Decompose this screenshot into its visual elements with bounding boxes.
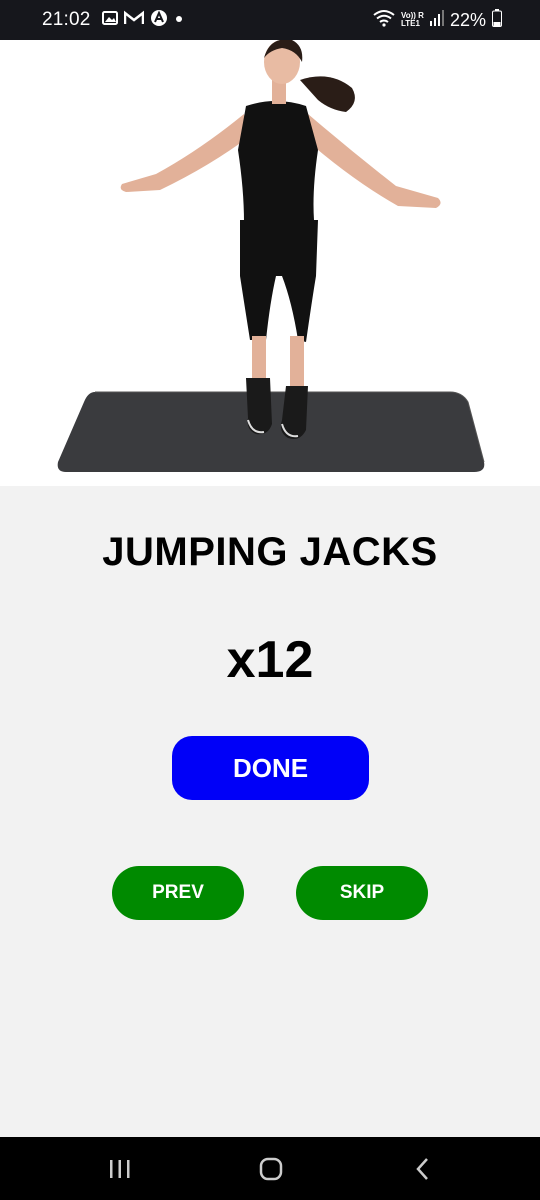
gmail-icon [123, 9, 144, 31]
app-icon [150, 9, 168, 32]
battery-percent: 22% [449, 9, 486, 30]
exercise-title: JUMPING JACKS [102, 530, 438, 574]
notification-icons [101, 9, 184, 32]
skip-button[interactable]: SKIP [296, 866, 428, 920]
exercise-illustration [57, 40, 485, 472]
lte-line-2: LTE1 [401, 19, 420, 28]
dot-icon [174, 11, 184, 29]
recents-icon [110, 1159, 130, 1178]
volte-lte-icon: Vo)) R LTE1 [401, 12, 424, 28]
gallery-icon [101, 10, 118, 31]
home-icon [259, 1157, 283, 1180]
status-left: 21:02 [42, 0, 184, 40]
back-icon [416, 1157, 428, 1180]
status-bar: 21:02 Vo)) R LTE1 22% [0, 0, 540, 40]
recents-button[interactable] [80, 1137, 160, 1200]
battery-icon [492, 8, 502, 32]
status-time: 21:02 [42, 9, 91, 30]
prev-button[interactable]: PREV [112, 866, 244, 920]
status-right: Vo)) R LTE1 22% [373, 0, 502, 40]
signal-icon [429, 9, 444, 31]
exercise-image [0, 40, 540, 486]
home-button[interactable] [231, 1137, 311, 1200]
system-nav-bar [0, 1137, 540, 1200]
back-button[interactable] [383, 1137, 463, 1200]
done-button[interactable]: DONE [172, 736, 369, 800]
reps-count: x12 [226, 631, 314, 689]
wifi-icon [373, 9, 395, 32]
